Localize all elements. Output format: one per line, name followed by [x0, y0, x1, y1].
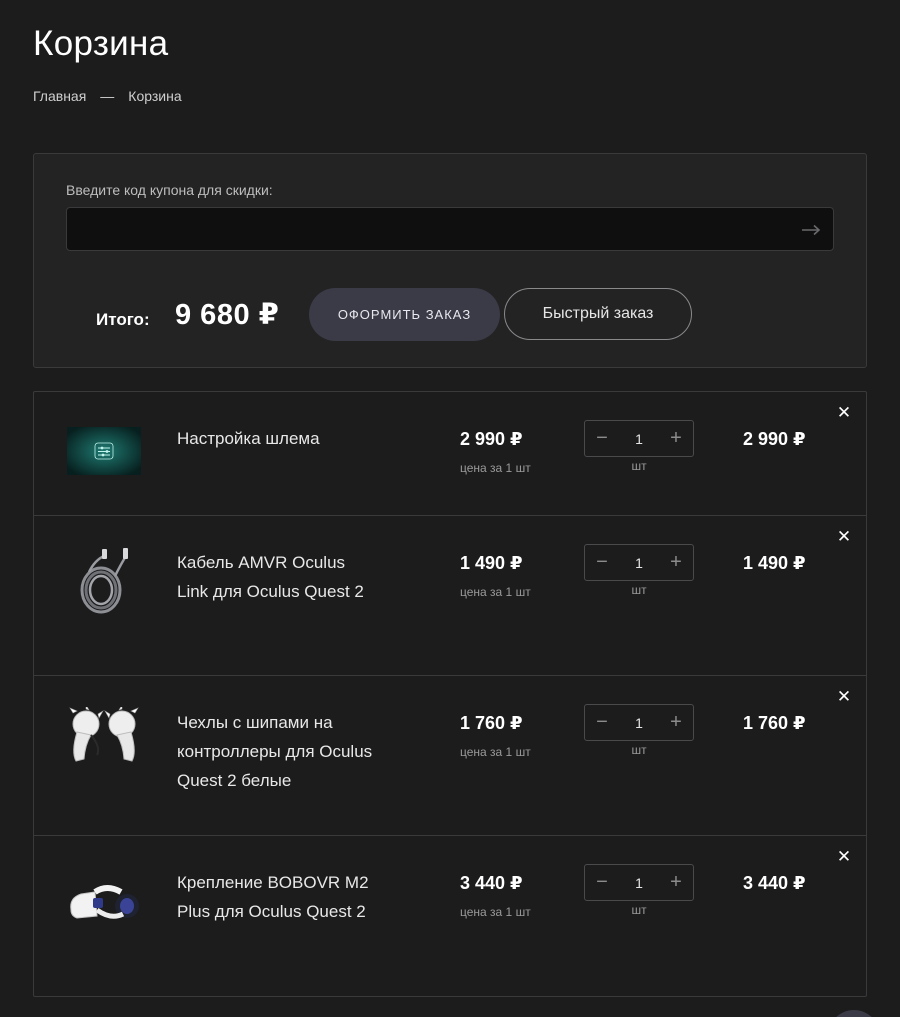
- quantity-value[interactable]: 1: [635, 431, 643, 447]
- coupon-field: [66, 207, 834, 251]
- total-label: Итого:: [96, 310, 150, 329]
- cart-summary-panel: Введите код купона для скидки: Итого: 9 …: [33, 153, 867, 368]
- breadcrumb-home-link[interactable]: Главная: [33, 88, 86, 104]
- remove-item-button[interactable]: ✕: [836, 687, 852, 706]
- quantity-value[interactable]: 1: [635, 555, 643, 571]
- breadcrumb: Главная — Корзина: [33, 88, 182, 104]
- cart-item: Кабель AMVR Oculus Link для Oculus Quest…: [34, 516, 866, 676]
- product-image[interactable]: [66, 421, 142, 481]
- decrease-quantity-button[interactable]: −: [585, 421, 619, 456]
- floating-action-button[interactable]: [828, 1010, 880, 1017]
- decrease-quantity-button[interactable]: −: [585, 705, 619, 740]
- item-total: 1 760 ₽: [743, 713, 806, 733]
- item-total: 1 490 ₽: [743, 553, 806, 573]
- quantity-unit: шт: [631, 583, 647, 597]
- quantity-unit: шт: [631, 459, 647, 473]
- increase-quantity-button[interactable]: +: [659, 705, 693, 740]
- product-name[interactable]: Чехлы с шипами на контроллеры для Oculus…: [177, 708, 387, 795]
- product-image[interactable]: [66, 707, 142, 765]
- decrease-quantity-button[interactable]: −: [585, 865, 619, 900]
- unit-price: 3 440 ₽: [460, 873, 523, 893]
- cart-item: Настройка шлема 2 990 ₽ цена за 1 шт − 1…: [34, 392, 866, 516]
- quantity-unit: шт: [631, 743, 647, 757]
- item-total: 3 440 ₽: [743, 873, 806, 893]
- controller-covers-image: [69, 707, 139, 762]
- product-image[interactable]: [66, 880, 142, 926]
- quantity-value[interactable]: 1: [635, 715, 643, 731]
- head-strap-image: [70, 885, 139, 919]
- product-name[interactable]: Кабель AMVR Oculus Link для Oculus Quest…: [177, 548, 372, 606]
- breadcrumb-current: Корзина: [128, 88, 182, 104]
- decrease-quantity-button[interactable]: −: [585, 545, 619, 580]
- cart-items-list: Настройка шлема 2 990 ₽ цена за 1 шт − 1…: [33, 391, 867, 997]
- unit-price: 1 760 ₽: [460, 713, 523, 733]
- cart-item: Чехлы с шипами на контроллеры для Oculus…: [34, 676, 866, 836]
- remove-item-button[interactable]: ✕: [836, 403, 852, 422]
- cart-page: Корзина Главная — Корзина Введите код ку…: [0, 0, 900, 1017]
- quantity-value[interactable]: 1: [635, 875, 643, 891]
- unit-price: 2 990 ₽: [460, 429, 523, 449]
- unit-price-note: цена за 1 шт: [460, 905, 531, 919]
- coupon-label: Введите код купона для скидки:: [66, 182, 273, 198]
- remove-item-button[interactable]: ✕: [836, 527, 852, 546]
- product-name[interactable]: Настройка шлема: [177, 424, 377, 453]
- unit-price: 1 490 ₽: [460, 553, 523, 573]
- page-title: Корзина: [33, 24, 169, 63]
- quantity-stepper: − 1 +: [584, 704, 694, 741]
- checkout-button[interactable]: ОФОРМИТЬ ЗАКАЗ: [309, 288, 500, 341]
- item-total: 2 990 ₽: [743, 429, 806, 449]
- coupon-submit-button[interactable]: [799, 218, 823, 242]
- arrow-right-icon: [802, 224, 821, 236]
- remove-item-button[interactable]: ✕: [836, 847, 852, 866]
- product-image[interactable]: [66, 546, 142, 618]
- total-value: 9 680 ₽: [175, 299, 280, 331]
- product-name[interactable]: Крепление BOBOVR M2 Plus для Oculus Ques…: [177, 868, 372, 926]
- settings-card-image: [67, 427, 141, 475]
- unit-price-note: цена за 1 шт: [460, 585, 531, 599]
- cart-item: Крепление BOBOVR M2 Plus для Oculus Ques…: [34, 836, 866, 996]
- cable-image: [80, 548, 128, 614]
- breadcrumb-separator: —: [100, 88, 115, 104]
- increase-quantity-button[interactable]: +: [659, 421, 693, 456]
- unit-price-note: цена за 1 шт: [460, 745, 531, 759]
- increase-quantity-button[interactable]: +: [659, 545, 693, 580]
- quantity-stepper: − 1 +: [584, 864, 694, 901]
- quick-order-button[interactable]: Быстрый заказ: [504, 288, 692, 340]
- quantity-stepper: − 1 +: [584, 420, 694, 457]
- increase-quantity-button[interactable]: +: [659, 865, 693, 900]
- quantity-unit: шт: [631, 903, 647, 917]
- quantity-stepper: − 1 +: [584, 544, 694, 581]
- coupon-input[interactable]: [67, 208, 833, 250]
- unit-price-note: цена за 1 шт: [460, 461, 531, 475]
